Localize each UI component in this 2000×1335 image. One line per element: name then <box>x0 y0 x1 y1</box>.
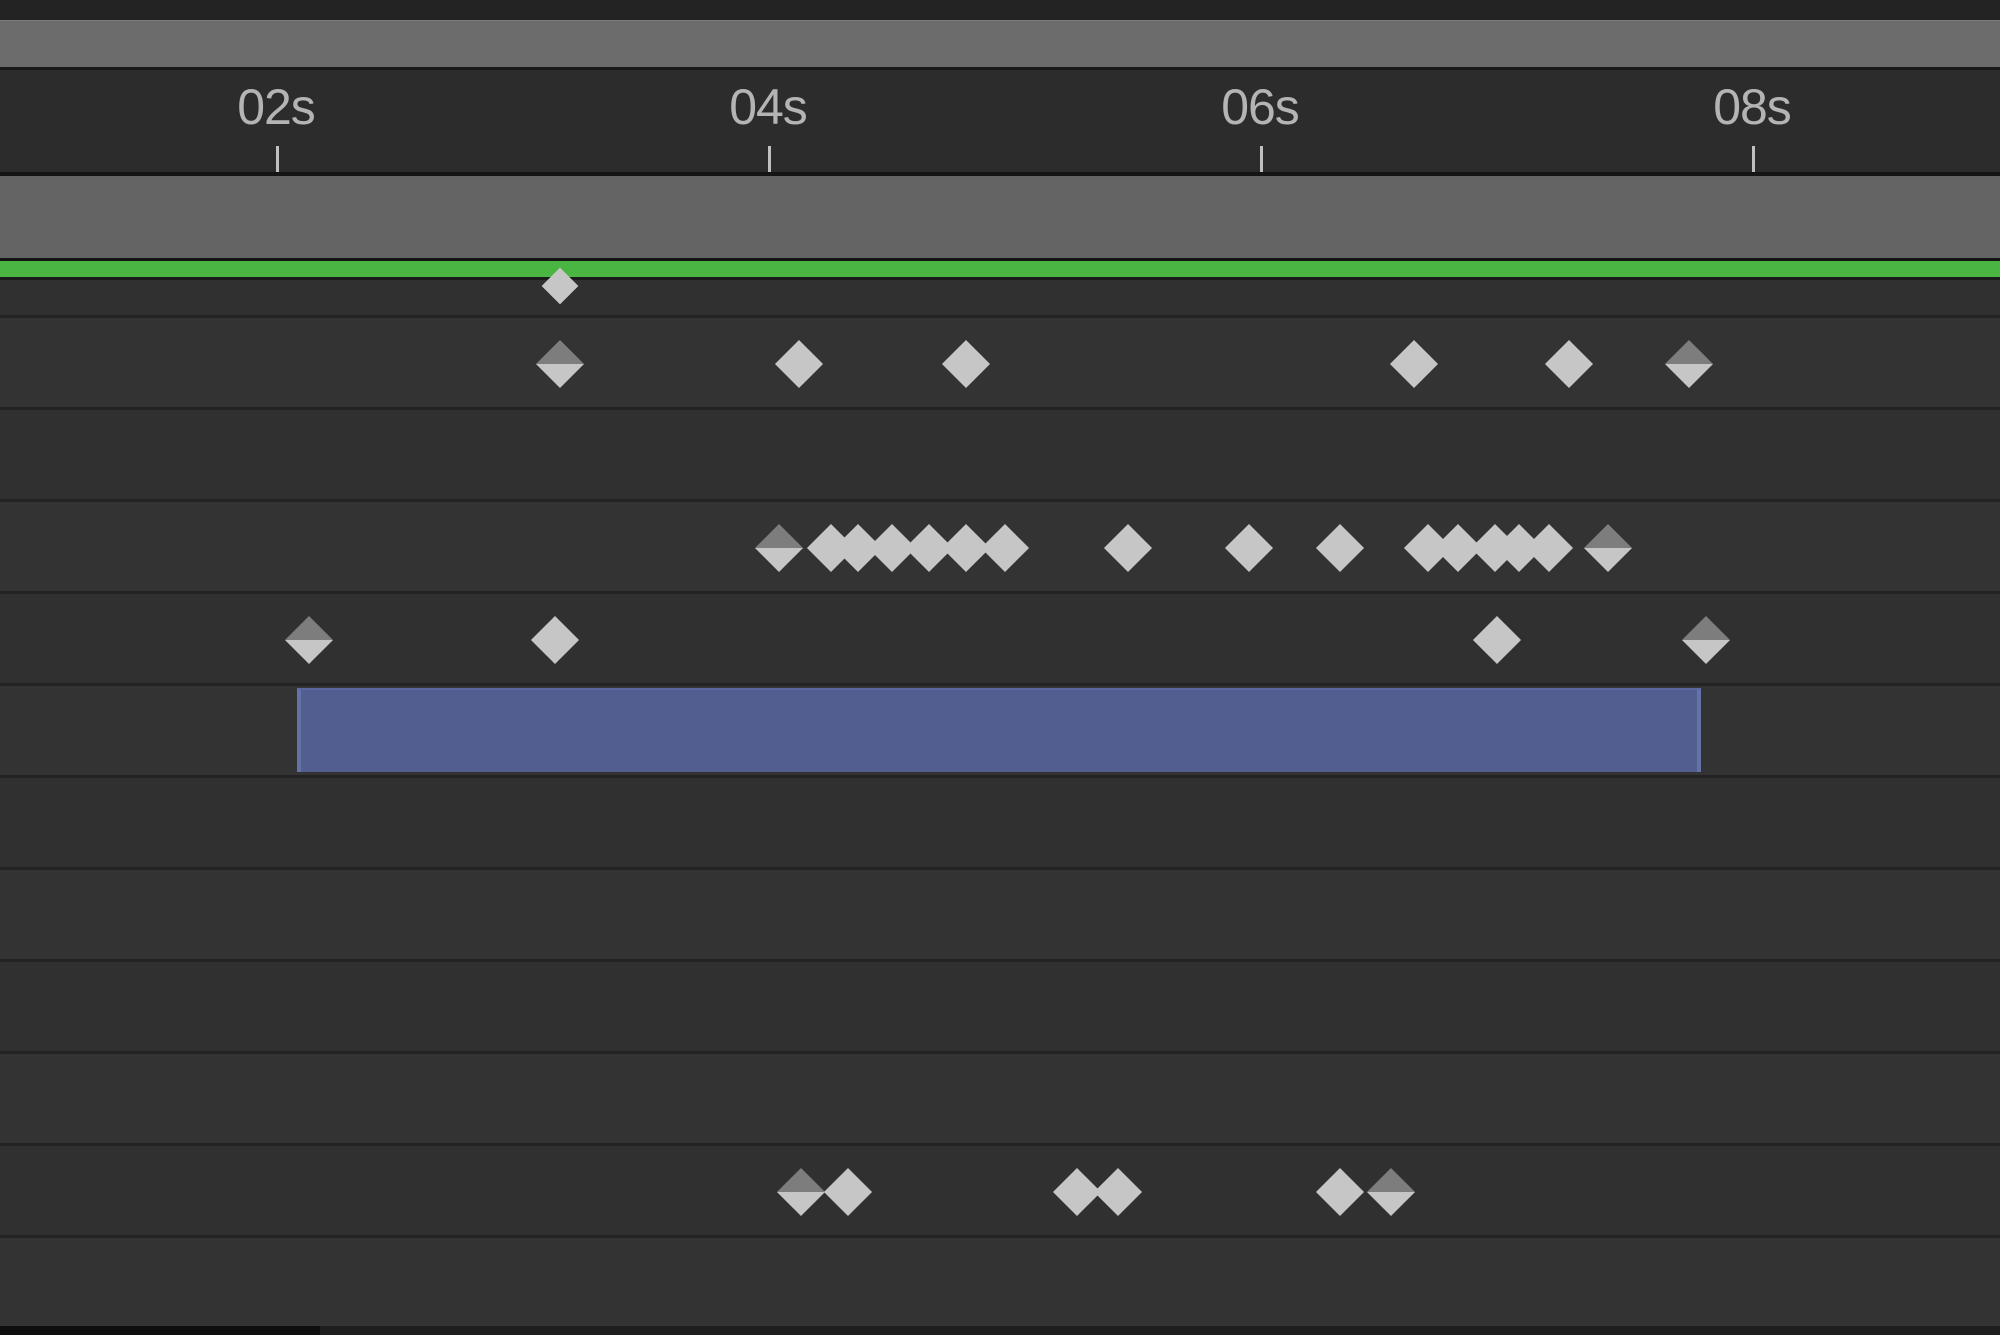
timeline-track[interactable] <box>0 778 2000 870</box>
current-time-range-indicator <box>0 261 2000 280</box>
timeline-track[interactable] <box>0 962 2000 1054</box>
ruler-tick-label: 08s <box>1713 79 1792 135</box>
ruler-tick-mark <box>1260 146 1263 172</box>
layer-duration-bar[interactable] <box>296 688 1702 772</box>
timeline-panel: 02s 04s 06s 08s <box>0 0 2000 1335</box>
ruler-tick-label: 02s <box>237 79 316 135</box>
ruler-tick-mark <box>768 146 771 172</box>
timeline-track[interactable] <box>0 410 2000 502</box>
timeline-track[interactable] <box>0 1238 2000 1330</box>
timeline-track[interactable] <box>0 870 2000 962</box>
panel-header-strip <box>0 0 2000 22</box>
time-navigator-bar[interactable] <box>0 20 2000 71</box>
ruler-tick-mark <box>1752 146 1755 172</box>
timeline-track[interactable] <box>0 1054 2000 1146</box>
horizontal-scrollbar[interactable] <box>0 1326 320 1335</box>
ruler-tick-mark <box>276 146 279 172</box>
timeline-track[interactable] <box>0 1146 2000 1238</box>
time-ruler[interactable]: 02s 04s 06s 08s <box>0 70 2000 176</box>
ruler-tick-label: 06s <box>1221 79 1300 135</box>
timeline-track[interactable] <box>0 280 2000 318</box>
work-area-bar[interactable] <box>0 176 2000 261</box>
ruler-tick-label: 04s <box>729 79 808 135</box>
